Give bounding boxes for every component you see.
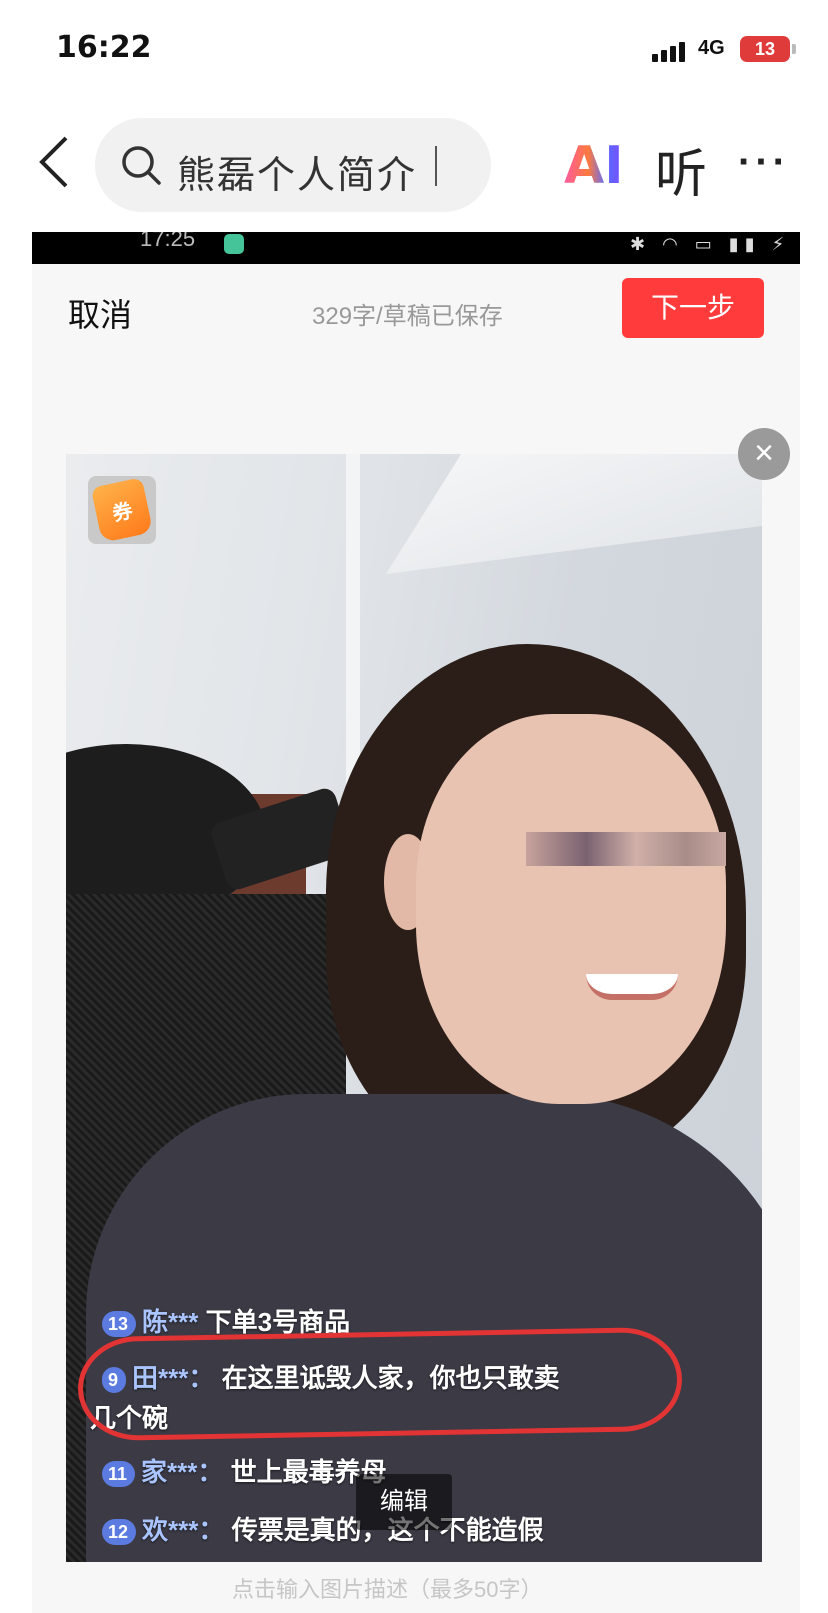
more-button[interactable]: ··· <box>738 140 790 185</box>
live-comment: 12 欢***： 传票是真的，这个不能造假 <box>102 1510 544 1547</box>
blurred-eyes <box>526 832 726 866</box>
status-time: 16:22 <box>56 30 152 65</box>
search-input[interactable]: 熊磊个人简介 <box>95 118 491 212</box>
image-description-hint[interactable]: 点击输入图片描述（最多50字） <box>232 1572 542 1604</box>
edit-button[interactable]: 编辑 <box>356 1474 452 1530</box>
close-icon[interactable]: × <box>738 428 790 480</box>
live-comment: 11 家***： 世上最毒养母 <box>102 1452 387 1489</box>
search-icon <box>122 146 161 185</box>
listen-button[interactable]: 听 <box>655 132 707 207</box>
app-notification-icon <box>224 234 244 254</box>
coupon-icon: 券 <box>90 477 154 543</box>
next-step-button[interactable]: 下一步 <box>622 278 764 338</box>
search-nav-bar: 熊磊个人简介 AI 听 ··· <box>0 112 828 212</box>
battery-icon: 13 <box>740 36 796 62</box>
search-query: 熊磊个人简介 <box>177 155 418 197</box>
cancel-button[interactable]: 取消 <box>68 290 132 336</box>
embedded-screenshot: 17:25 ✱ ◠ ▭ ▮▮ ⚡ 取消 329字/草稿已保存 下一步 × 券 1… <box>32 232 800 1613</box>
comment-user: 家***： <box>141 1457 224 1487</box>
inner-status-icons: ✱ ◠ ▭ ▮▮ ⚡ <box>630 234 791 254</box>
ai-button[interactable]: AI <box>564 136 624 196</box>
comment-user: 陈*** <box>142 1307 199 1337</box>
signal-icon <box>652 40 688 62</box>
draft-status: 329字/草稿已保存 <box>312 303 503 330</box>
inner-status-time: 17:25 <box>140 232 196 251</box>
video-frame-image: 券 13 陈*** 下单3号商品 9 田***： 在这里诋毁人家，你也只敢卖 几个碗… <box>66 454 762 1562</box>
coupon-button[interactable]: 券 <box>88 476 156 544</box>
status-bar: 16:22 4G 13 <box>0 0 828 100</box>
comment-user: 欢***： <box>142 1515 225 1545</box>
level-badge: 13 <box>102 1311 137 1338</box>
back-button[interactable] <box>36 134 76 190</box>
text-caret <box>435 146 437 186</box>
inner-status-bar: 17:25 ✱ ◠ ▭ ▮▮ ⚡ <box>32 232 800 264</box>
person-mouth <box>586 974 678 1000</box>
level-badge: 11 <box>102 1461 136 1488</box>
ceiling <box>386 454 762 574</box>
person-face <box>416 714 726 1104</box>
app-screen: 16:22 4G 13 熊磊个人简介 AI 听 ··· 17:25 ✱ ◠ ▭ … <box>0 0 828 1613</box>
red-circle-annotation <box>77 1326 683 1442</box>
chevron-left-icon <box>39 136 68 188</box>
network-type: 4G <box>698 37 725 59</box>
level-badge: 12 <box>102 1519 137 1546</box>
